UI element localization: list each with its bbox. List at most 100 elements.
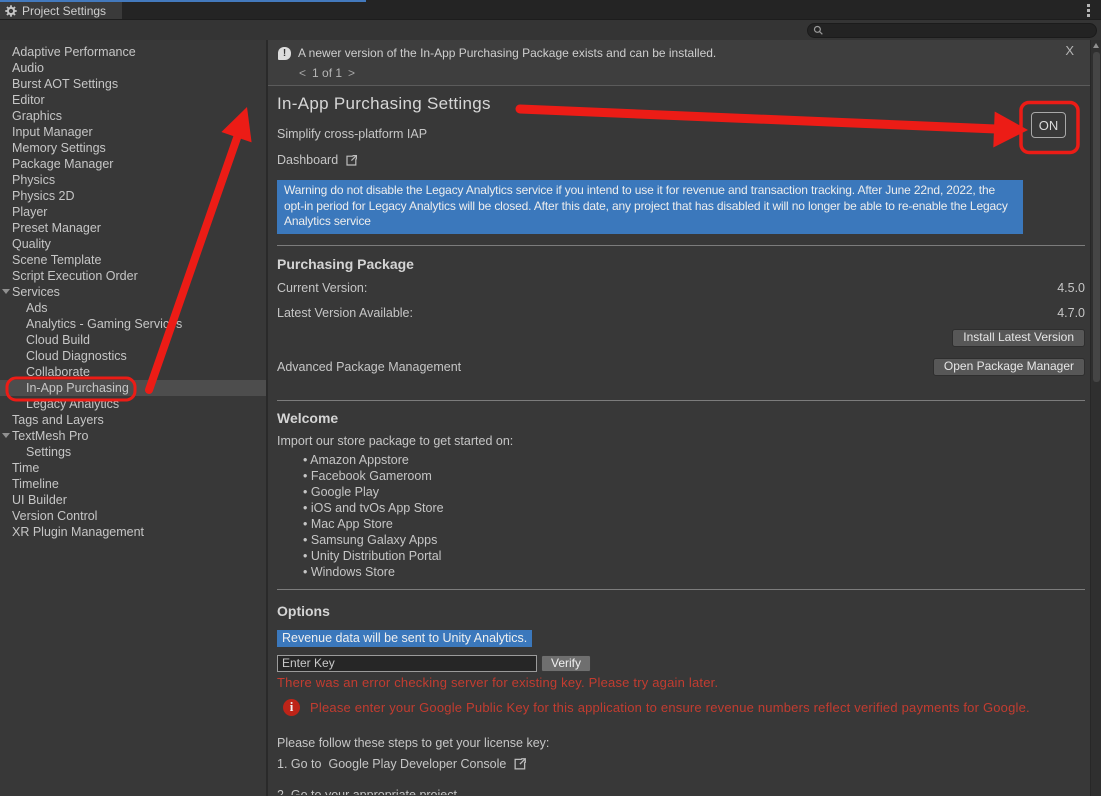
search-box[interactable]	[807, 23, 1097, 38]
sidebar-item-physics-2d[interactable]: Physics 2D	[0, 188, 266, 204]
sidebar-item-analytics-gaming-services[interactable]: Analytics - Gaming Services	[0, 316, 266, 332]
sidebar-item-label: Legacy Analytics	[26, 397, 119, 411]
iap-toggle-button[interactable]: ON	[1031, 112, 1066, 138]
sidebar-item-ui-builder[interactable]: UI Builder	[0, 492, 266, 508]
sidebar-item-label: Ads	[26, 301, 48, 315]
sidebar-item-label: Analytics - Gaming Services	[26, 317, 182, 331]
sidebar-item-textmesh-pro[interactable]: TextMesh Pro	[0, 428, 266, 444]
main-panel: ! A newer version of the In-App Purchasi…	[268, 40, 1101, 796]
kebab-menu-icon[interactable]	[1081, 3, 1095, 17]
sidebar-item-label: Input Manager	[12, 125, 93, 139]
sidebar-item-label: Time	[12, 461, 39, 475]
purchasing-package-heading: Purchasing Package	[277, 256, 1085, 272]
sidebar-item-time[interactable]: Time	[0, 460, 266, 476]
triangle-down-icon[interactable]	[2, 433, 10, 438]
dashboard-link[interactable]: Dashboard	[277, 153, 358, 167]
sidebar-item-cloud-diagnostics[interactable]: Cloud Diagnostics	[0, 348, 266, 364]
store-list-item: Google Play	[303, 484, 1085, 500]
sidebar-item-player[interactable]: Player	[0, 204, 266, 220]
sidebar-item-label: Cloud Diagnostics	[26, 349, 127, 363]
sidebar-item-label: Tags and Layers	[12, 413, 104, 427]
dashboard-link-label: Dashboard	[277, 153, 338, 167]
open-package-manager-button[interactable]: Open Package Manager	[933, 358, 1085, 376]
title-bar: Project Settings	[0, 0, 1101, 19]
pager-prev-button[interactable]: <	[299, 66, 306, 80]
scroll-up-arrow-icon[interactable]	[1093, 43, 1099, 48]
error-info-icon: i	[283, 699, 300, 716]
store-list-item: Unity Distribution Portal	[303, 548, 1085, 564]
sidebar-item-preset-manager[interactable]: Preset Manager	[0, 220, 266, 236]
verify-button[interactable]: Verify	[541, 655, 591, 672]
sidebar-item-cloud-build[interactable]: Cloud Build	[0, 332, 266, 348]
sidebar-item-label: Quality	[12, 237, 51, 251]
sidebar-item-legacy-analytics[interactable]: Legacy Analytics	[0, 396, 266, 412]
sidebar-item-version-control[interactable]: Version Control	[0, 508, 266, 524]
store-list-item: Samsung Galaxy Apps	[303, 532, 1085, 548]
sidebar-item-in-app-purchasing[interactable]: In-App Purchasing	[0, 380, 266, 396]
google-key-notice-row: i Please enter your Google Public Key fo…	[277, 699, 1085, 716]
sidebar-item-tags-and-layers[interactable]: Tags and Layers	[0, 412, 266, 428]
sidebar-item-label: Scene Template	[12, 253, 101, 267]
sidebar-item-label: Physics 2D	[12, 189, 75, 203]
section-divider	[277, 400, 1085, 401]
settings-content: In-App Purchasing Settings ON Simplify c…	[268, 86, 1090, 795]
sidebar-item-script-execution-order[interactable]: Script Execution Order	[0, 268, 266, 284]
triangle-down-icon[interactable]	[2, 289, 10, 294]
sidebar-item-ads[interactable]: Ads	[0, 300, 266, 316]
current-version-row: Current Version: 4.5.0	[277, 282, 1085, 295]
sidebar-item-timeline[interactable]: Timeline	[0, 476, 266, 492]
sidebar-item-quality[interactable]: Quality	[0, 236, 266, 252]
sidebar-item-label: In-App Purchasing	[26, 381, 129, 395]
sidebar-item-editor[interactable]: Editor	[0, 92, 266, 108]
step-1-prefix: 1. Go to	[277, 757, 321, 771]
welcome-intro: Import our store package to get started …	[277, 435, 1085, 448]
sidebar-item-label: Audio	[12, 61, 44, 75]
legacy-analytics-warning: Warning do not disable the Legacy Analyt…	[277, 180, 1023, 234]
google-key-notice: Please enter your Google Public Key for …	[310, 699, 1030, 716]
pager-next-button[interactable]: >	[348, 66, 355, 80]
banner-pager: < 1 of 1 >	[299, 66, 1090, 80]
settings-toolbar	[0, 19, 1101, 40]
latest-version-value: 4.7.0	[1057, 307, 1085, 320]
sidebar-item-services[interactable]: Services	[0, 284, 266, 300]
sidebar-item-memory-settings[interactable]: Memory Settings	[0, 140, 266, 156]
sidebar-item-xr-plugin-management[interactable]: XR Plugin Management	[0, 524, 266, 540]
sidebar-item-label: Cloud Build	[26, 333, 90, 347]
scrollbar-thumb[interactable]	[1093, 52, 1100, 382]
sidebar-list: Adaptive PerformanceAudioBurst AOT Setti…	[0, 40, 268, 796]
sidebar-item-scene-template[interactable]: Scene Template	[0, 252, 266, 268]
banner-close-button[interactable]: X	[1065, 43, 1074, 58]
search-icon	[813, 25, 824, 36]
store-list-item: Windows Store	[303, 564, 1085, 580]
sidebar-item-burst-aot-settings[interactable]: Burst AOT Settings	[0, 76, 266, 92]
sidebar-item-label: Collaborate	[26, 365, 90, 379]
sidebar-item-graphics[interactable]: Graphics	[0, 108, 266, 124]
sidebar-item-label: Services	[12, 285, 60, 299]
sidebar-item-input-manager[interactable]: Input Manager	[0, 124, 266, 140]
tab-project-settings[interactable]: Project Settings	[0, 2, 122, 19]
vertical-scrollbar	[1090, 40, 1101, 796]
sidebar-item-audio[interactable]: Audio	[0, 60, 266, 76]
search-input[interactable]	[827, 24, 1091, 36]
sidebar-item-label: UI Builder	[12, 493, 67, 507]
page-subtitle: Simplify cross-platform IAP	[277, 128, 1085, 141]
advanced-package-management-label: Advanced Package Management	[277, 360, 461, 374]
sidebar-item-package-manager[interactable]: Package Manager	[0, 156, 266, 172]
install-latest-version-button[interactable]: Install Latest Version	[952, 329, 1085, 347]
license-key-input[interactable]	[277, 655, 537, 672]
sidebar-item-physics[interactable]: Physics	[0, 172, 266, 188]
sidebar-item-collaborate[interactable]: Collaborate	[0, 364, 266, 380]
sidebar-item-label: Settings	[26, 445, 71, 459]
sidebar-item-label: Physics	[12, 173, 55, 187]
google-play-console-link[interactable]: Google Play Developer Console	[328, 757, 506, 771]
project-settings-window: Project Settings Adaptive PerformanceAud…	[0, 0, 1101, 796]
sidebar-item-adaptive-performance[interactable]: Adaptive Performance	[0, 44, 266, 60]
sidebar-item-settings[interactable]: Settings	[0, 444, 266, 460]
steps-intro: Please follow these steps to get your li…	[277, 737, 1085, 750]
external-link-icon	[345, 154, 358, 167]
key-error-text: There was an error checking server for e…	[277, 676, 1085, 690]
tab-title: Project Settings	[22, 4, 106, 18]
latest-version-row: Latest Version Available: 4.7.0	[277, 307, 1085, 320]
current-version-label: Current Version:	[277, 282, 367, 295]
sidebar-item-label: Memory Settings	[12, 141, 106, 155]
